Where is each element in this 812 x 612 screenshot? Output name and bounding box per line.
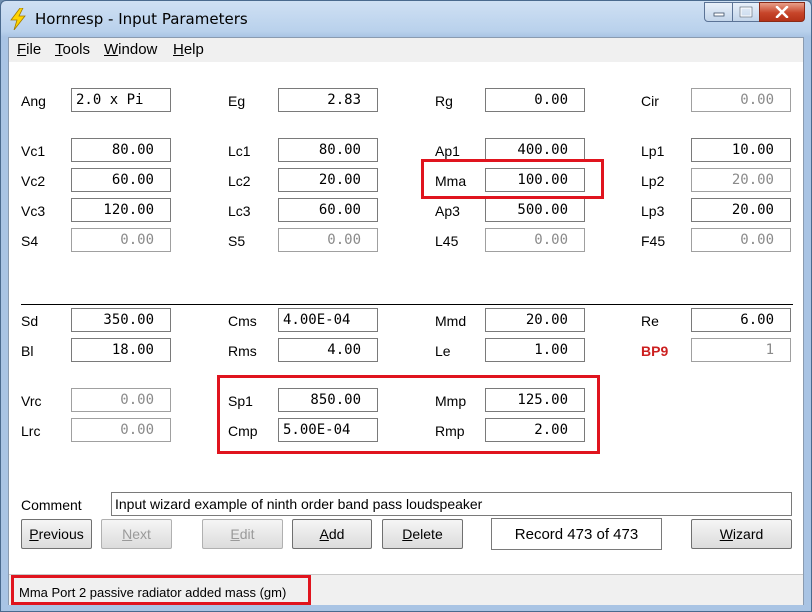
- minimize-button[interactable]: [704, 2, 733, 22]
- menu-help[interactable]: Help: [173, 41, 204, 58]
- passive-radiator-highlight-box: [217, 375, 600, 454]
- vc2-field[interactable]: 60.00: [71, 168, 171, 192]
- s5-field[interactable]: 0.00: [278, 228, 378, 252]
- lc1-field[interactable]: 80.00: [278, 138, 378, 162]
- maximize-button[interactable]: [732, 2, 760, 22]
- vrc-field[interactable]: 0.00: [71, 388, 171, 412]
- previous-button[interactable]: Previous: [21, 519, 92, 549]
- menu-window[interactable]: Window: [104, 41, 157, 58]
- close-icon: [775, 6, 789, 18]
- ang-field[interactable]: 2.0 x Pi: [71, 88, 171, 112]
- label-mmd: Mmd: [435, 313, 467, 329]
- lrc-field[interactable]: 0.00: [71, 418, 171, 442]
- label-lc3: Lc3: [228, 203, 251, 219]
- label-ap1: Ap1: [435, 143, 460, 159]
- label-lp3: Lp3: [641, 203, 665, 219]
- delete-button[interactable]: Delete: [382, 519, 463, 549]
- label-le: Le: [435, 343, 451, 359]
- client-area: File Tools Window Help Ang 2.0 x Pi Eg 2…: [8, 37, 804, 605]
- le-field[interactable]: 1.00: [485, 338, 585, 362]
- label-cir: Cir: [641, 93, 659, 109]
- label-s4: S4: [21, 233, 39, 249]
- label-re: Re: [641, 313, 659, 329]
- eg-field[interactable]: 2.83: [278, 88, 378, 112]
- label-ang: Ang: [21, 93, 46, 109]
- main-window: Hornresp - Input Parameters File Tools W…: [0, 0, 812, 612]
- add-button[interactable]: Add: [292, 519, 372, 549]
- label-lp1: Lp1: [641, 143, 665, 159]
- label-lrc: Lrc: [21, 423, 41, 439]
- lc2-field[interactable]: 20.00: [278, 168, 378, 192]
- label-bl: Bl: [21, 343, 34, 359]
- s4-field[interactable]: 0.00: [71, 228, 171, 252]
- label-lc2: Lc2: [228, 173, 251, 189]
- label-lc1: Lc1: [228, 143, 251, 159]
- parameters-panel: Ang 2.0 x Pi Eg 2.83 Rg 0.00 Cir 0.00 Vc…: [9, 62, 803, 574]
- close-button[interactable]: [759, 2, 805, 22]
- label-vrc: Vrc: [21, 393, 42, 409]
- maximize-icon: [739, 6, 753, 18]
- label-vc2: Vc2: [21, 173, 46, 189]
- lp2-field[interactable]: 20.00: [691, 168, 791, 192]
- label-ap3: Ap3: [435, 203, 460, 219]
- label-s5: S5: [228, 233, 246, 249]
- label-sd: Sd: [21, 313, 39, 329]
- comment-field[interactable]: Input wizard example of ninth order band…: [111, 492, 792, 516]
- rg-field[interactable]: 0.00: [485, 88, 585, 112]
- label-lp2: Lp2: [641, 173, 665, 189]
- label-cms: Cms: [228, 313, 257, 329]
- lp1-field[interactable]: 10.00: [691, 138, 791, 162]
- lc3-field[interactable]: 60.00: [278, 198, 378, 222]
- label-rms: Rms: [228, 343, 257, 359]
- menu-bar: File Tools Window Help: [9, 38, 803, 62]
- l45-field[interactable]: 0.00: [485, 228, 585, 252]
- status-highlight-box: [11, 575, 311, 605]
- menu-tools[interactable]: Tools: [55, 41, 90, 58]
- label-bp9: BP9: [641, 343, 669, 359]
- minimize-icon: [713, 12, 724, 17]
- sd-field[interactable]: 350.00: [71, 308, 171, 332]
- label-comment: Comment: [21, 497, 82, 513]
- menu-file[interactable]: File: [17, 41, 41, 58]
- label-f45: F45: [641, 233, 666, 249]
- vc3-field[interactable]: 120.00: [71, 198, 171, 222]
- re-field[interactable]: 6.00: [691, 308, 791, 332]
- ap3-field[interactable]: 500.00: [485, 198, 585, 222]
- edit-button[interactable]: Edit: [202, 519, 283, 549]
- mma-highlight-box: [421, 159, 604, 199]
- f45-field[interactable]: 0.00: [691, 228, 791, 252]
- cms-field[interactable]: 4.00E-04: [278, 308, 378, 332]
- label-rg: Rg: [435, 93, 453, 109]
- next-button[interactable]: Next: [101, 519, 172, 549]
- label-vc3: Vc3: [21, 203, 46, 219]
- vc1-field[interactable]: 80.00: [71, 138, 171, 162]
- rms-field[interactable]: 4.00: [278, 338, 378, 362]
- section-divider: [21, 304, 793, 305]
- lp3-field[interactable]: 20.00: [691, 198, 791, 222]
- bp9-field[interactable]: 1: [691, 338, 791, 362]
- window-title: Hornresp - Input Parameters: [35, 10, 248, 28]
- label-l45: L45: [435, 233, 459, 249]
- wizard-button[interactable]: Wizard: [691, 519, 792, 549]
- bl-field[interactable]: 18.00: [71, 338, 171, 362]
- cir-field[interactable]: 0.00: [691, 88, 791, 112]
- lightning-bolt-icon: [10, 8, 26, 30]
- record-indicator: Record 473 of 473: [491, 518, 662, 550]
- mmd-field[interactable]: 20.00: [485, 308, 585, 332]
- title-bar[interactable]: Hornresp - Input Parameters: [1, 1, 811, 37]
- label-vc1: Vc1: [21, 143, 46, 159]
- label-eg: Eg: [228, 93, 246, 109]
